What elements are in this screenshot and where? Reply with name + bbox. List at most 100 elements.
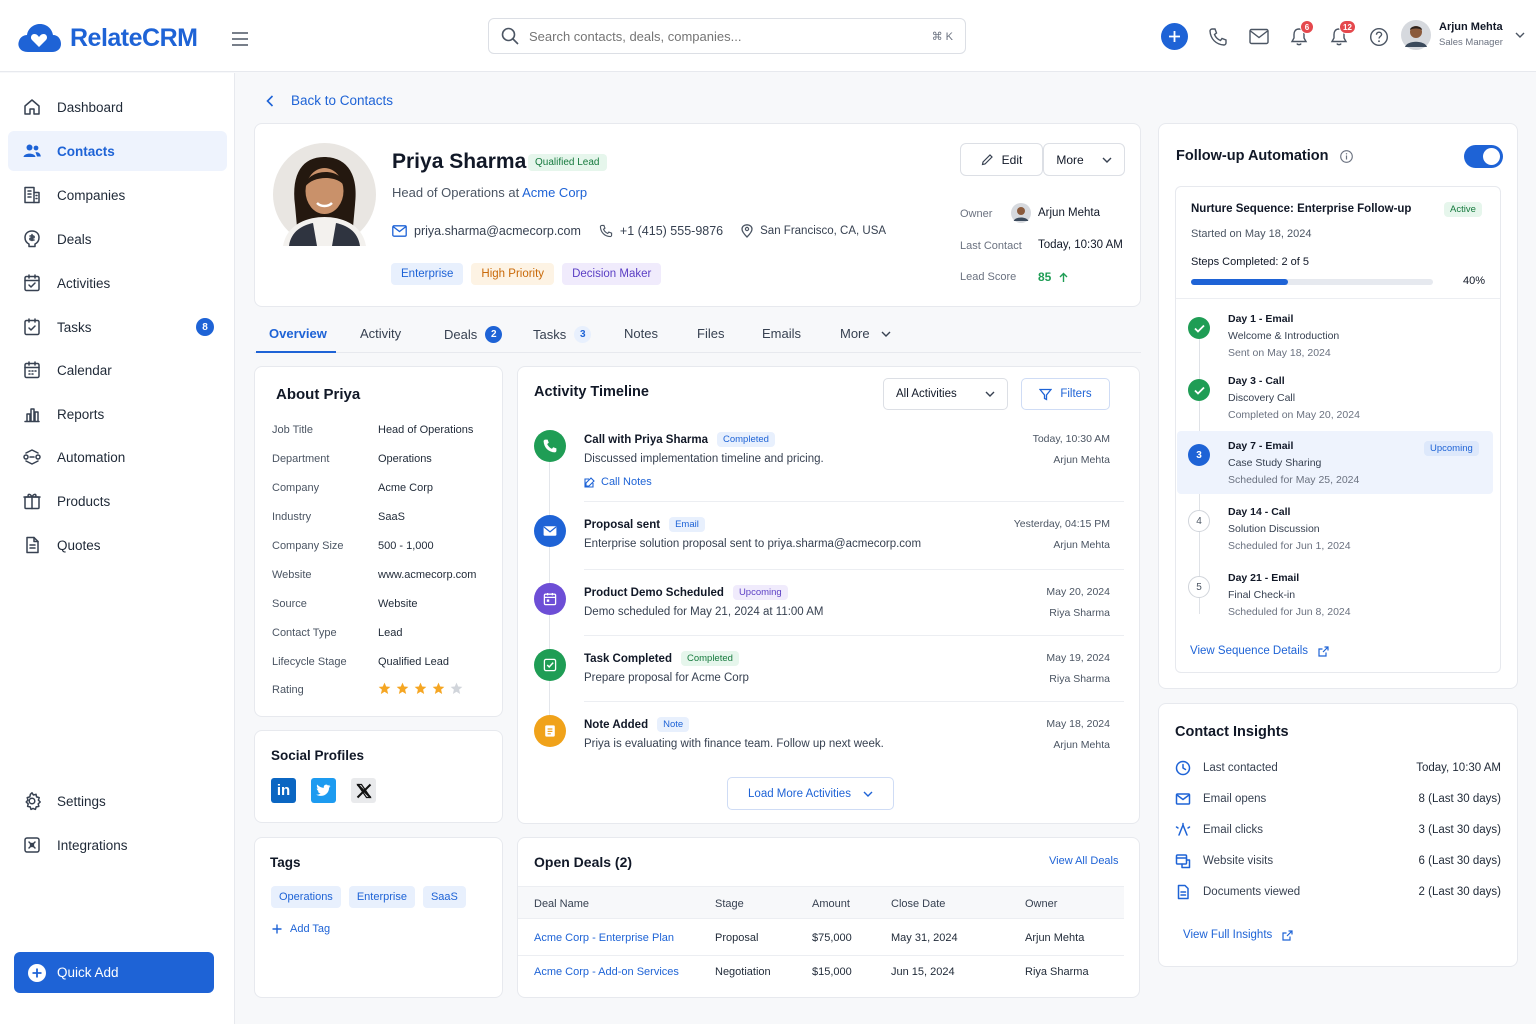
tab-more[interactable]: More	[840, 326, 891, 341]
contact-phone[interactable]: +1 (415) 555-9876	[620, 224, 723, 238]
deals-column-header: Deal Name	[534, 898, 590, 910]
sidebar-item-deals[interactable]: Deals	[8, 219, 227, 259]
sequence-step[interactable]: Day 7 - Email Case Study Sharing Schedul…	[1228, 438, 1359, 489]
contact-email[interactable]: priya.sharma@acmecorp.com	[414, 224, 581, 238]
twitter-icon[interactable]	[311, 778, 336, 803]
search-input[interactable]	[529, 28, 932, 44]
insight-label: Email clicks	[1203, 824, 1264, 836]
deal-name[interactable]: Acme Corp - Enterprise Plan	[534, 932, 674, 944]
owner-avatar	[1011, 203, 1031, 223]
search-icon	[501, 27, 519, 45]
step-status-icon	[1188, 379, 1210, 401]
tab-emails[interactable]: Emails	[762, 326, 801, 341]
linkedin-icon[interactable]: in	[271, 778, 296, 803]
call-notes-label: Call Notes	[601, 476, 652, 488]
sidebar-item-settings[interactable]: Settings	[8, 781, 227, 821]
sidebar-item-quotes[interactable]: Quotes	[8, 525, 227, 565]
x-icon[interactable]	[351, 778, 376, 803]
user-menu[interactable]: Arjun Mehta Sales Manager	[1401, 20, 1525, 50]
tab-label: Notes	[624, 326, 658, 341]
timeline-item[interactable]: Proposal sent Email Enterprise solution …	[518, 515, 1139, 585]
timeline-item-desc: Demo scheduled for May 21, 2024 at 11:00…	[584, 606, 824, 618]
search-bar[interactable]: ⌘ K	[488, 18, 966, 54]
edit-button[interactable]: Edit	[960, 143, 1043, 176]
tag-enterprise[interactable]: Enterprise	[348, 886, 415, 908]
about-value[interactable]: Acme Corp	[378, 482, 433, 494]
tab-notes[interactable]: Notes	[624, 326, 658, 341]
timeline-item-badge: Completed	[717, 432, 775, 447]
load-more-button[interactable]: Load More Activities	[727, 777, 894, 810]
app-logo[interactable]: RelateCRM	[16, 22, 198, 54]
timeline-item[interactable]: Product Demo Scheduled Upcoming Demo sch…	[518, 583, 1139, 653]
step-title: Day 21 - Email	[1228, 572, 1300, 584]
help-icon[interactable]	[1369, 27, 1389, 47]
sequence-step[interactable]: Day 21 - Email Final Check-in Scheduled …	[1228, 570, 1351, 621]
owner-label: Owner	[960, 208, 993, 220]
sequence-step[interactable]: Day 14 - Call Solution Discussion Schedu…	[1228, 504, 1351, 555]
sequence-step[interactable]: Day 3 - Call Discovery Call Completed on…	[1228, 373, 1360, 424]
automation-toggle[interactable]	[1464, 145, 1503, 168]
insight-value: 8 (Last 30 days)	[1418, 793, 1501, 805]
mail-icon[interactable]	[1249, 28, 1269, 45]
deals-column-header: Close Date	[891, 898, 946, 910]
timeline-item[interactable]: Task Completed Completed Prepare proposa…	[518, 649, 1139, 719]
menu-toggle-icon[interactable]	[231, 31, 249, 47]
tag-high-priority[interactable]: High Priority	[471, 263, 555, 285]
tag-decision-maker[interactable]: Decision Maker	[562, 263, 662, 285]
timeline-item-time: Yesterday, 04:15 PM	[1013, 518, 1110, 530]
deal-name[interactable]: Acme Corp - Add-on Services	[534, 966, 679, 978]
about-label: Job Title	[272, 424, 313, 436]
sidebar-item-products[interactable]: Products	[8, 481, 227, 521]
sidebar-item-companies[interactable]: Companies	[8, 175, 227, 215]
call-notes-link[interactable]: Call Notes	[584, 476, 652, 488]
deals-icon	[22, 229, 42, 249]
tab-overview[interactable]: Overview	[269, 326, 327, 341]
sidebar-item-tasks[interactable]: Tasks 8	[8, 307, 227, 347]
timeline-item[interactable]: Call with Priya Sharma Completed Discuss…	[518, 430, 1139, 500]
tab-files[interactable]: Files	[697, 326, 724, 341]
timeline-item-header: Product Demo Scheduled Upcoming	[584, 585, 788, 600]
sidebar-item-contacts[interactable]: Contacts	[8, 131, 227, 171]
tab-tasks[interactable]: Tasks 3	[533, 326, 592, 343]
sidebar-item-automation[interactable]: Automation	[8, 437, 227, 477]
phone-icon[interactable]	[1208, 27, 1228, 47]
chevron-down-icon	[1102, 157, 1112, 163]
lead-score-value: 85	[1038, 270, 1068, 284]
sequence-step[interactable]: Day 1 - Email Welcome & Introduction Sen…	[1228, 311, 1339, 362]
timeline-item-desc: Prepare proposal for Acme Corp	[584, 672, 749, 684]
create-button[interactable]	[1161, 23, 1188, 50]
insight-row: Last contacted Today, 10:30 AM	[1175, 758, 1501, 778]
sidebar-item-integrations[interactable]: Integrations	[8, 825, 227, 865]
back-to-contacts-link[interactable]: Back to Contacts	[266, 93, 393, 108]
tag-enterprise[interactable]: Enterprise	[391, 263, 464, 285]
company-link[interactable]: Acme Corp	[522, 185, 587, 200]
step-status-icon: 3	[1188, 444, 1210, 466]
external-link-icon	[1318, 645, 1329, 657]
view-sequence-details-link[interactable]: View Sequence Details	[1190, 645, 1329, 657]
sidebar-item-reports[interactable]: Reports	[8, 394, 227, 434]
sidebar-item-dashboard[interactable]: Dashboard	[8, 87, 227, 127]
about-label: Contact Type	[272, 627, 337, 639]
check-icon	[1193, 324, 1205, 333]
quick-add-button[interactable]: Quick Add	[14, 952, 214, 993]
tag-operations[interactable]: Operations	[271, 886, 341, 908]
tab-deals[interactable]: Deals 2	[444, 326, 503, 343]
add-tag-button[interactable]: Add Tag	[272, 923, 330, 935]
more-button[interactable]: More	[1043, 143, 1125, 176]
automation-title: Follow-up Automation	[1176, 148, 1329, 164]
sequence-progress-fill	[1191, 279, 1288, 285]
step-subtitle: Case Study Sharing	[1228, 457, 1322, 469]
about-title: About Priya	[276, 386, 361, 403]
tag-saas[interactable]: SaaS	[422, 886, 466, 908]
filters-button[interactable]: Filters	[1021, 378, 1110, 410]
sidebar-item-calendar[interactable]: Calendar	[8, 350, 227, 390]
view-full-insights-link[interactable]: View Full Insights	[1183, 929, 1293, 941]
activity-filter-select[interactable]: All Activities	[883, 378, 1008, 410]
about-value[interactable]: www.acmecorp.com	[378, 569, 476, 581]
deals-title: Open Deals (2)	[534, 854, 633, 870]
timeline-item[interactable]: Note Added Note Priya is evaluating with…	[518, 715, 1139, 785]
step-upcoming-badge: Upcoming	[1424, 441, 1479, 456]
tab-activity[interactable]: Activity	[360, 326, 401, 341]
view-all-deals-link[interactable]: View All Deals	[1049, 855, 1119, 867]
sidebar-item-activities[interactable]: Activities	[8, 263, 227, 303]
